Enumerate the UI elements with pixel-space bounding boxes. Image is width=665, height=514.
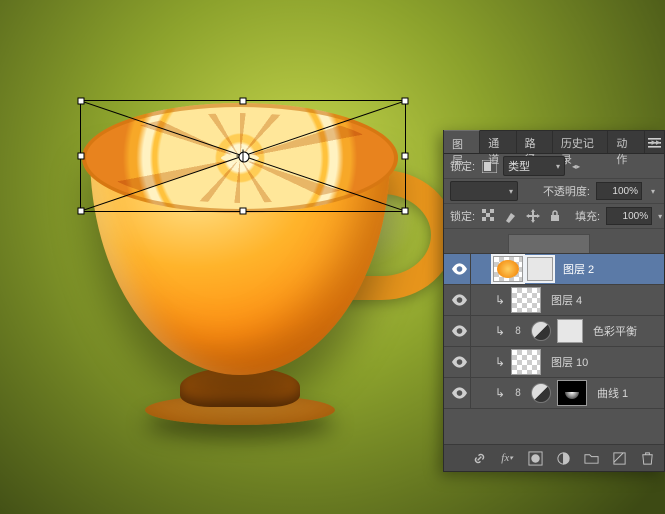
new-layer-icon[interactable] [610, 449, 628, 467]
mask-link-icon[interactable] [511, 316, 525, 346]
fill-input[interactable] [606, 207, 652, 225]
layer-mask-thumbnail[interactable] [557, 380, 587, 406]
kind-step-icon[interactable]: ◂▸ [571, 162, 581, 171]
transform-handle-br[interactable] [402, 208, 409, 215]
layer-thumbnail[interactable] [511, 287, 541, 313]
clipping-mask-icon: ↳ [493, 285, 507, 315]
fill-label: 填充: [575, 208, 600, 224]
layer-visibility-toggle[interactable] [448, 378, 471, 408]
layer-thumbnail[interactable] [511, 349, 541, 375]
delete-layer-icon[interactable] [638, 449, 656, 467]
new-group-icon[interactable] [582, 449, 600, 467]
add-mask-icon[interactable] [526, 449, 544, 467]
layer-row-selected[interactable]: 图层 2 [444, 254, 664, 285]
layer-visibility-toggle[interactable] [448, 347, 471, 377]
blend-mode-value [455, 185, 458, 197]
clipping-mask-icon: ↳ [493, 378, 507, 408]
layer-name[interactable]: 图层 2 [563, 261, 594, 277]
kind-picker-icon[interactable] [481, 158, 497, 174]
chevron-down-icon: ▾ [556, 162, 560, 171]
tab-paths[interactable]: 路径 [517, 131, 553, 153]
link-layers-icon[interactable] [470, 449, 488, 467]
transform-handle-tm[interactable] [240, 98, 247, 105]
layer-row[interactable]: ↳ 曲线 1 [444, 378, 664, 409]
transform-handle-tr[interactable] [402, 98, 409, 105]
kind-dropdown-value: 类型 [508, 158, 530, 174]
layer-mask-thumbnail[interactable] [557, 319, 583, 343]
blend-mode-dropdown[interactable]: ▾ [450, 181, 518, 201]
layer-visibility-toggle[interactable] [448, 316, 471, 346]
kind-dropdown[interactable]: 类型 ▾ [503, 156, 565, 176]
adjustment-layer-icon [531, 321, 551, 341]
tab-actions[interactable]: 动作 [608, 131, 644, 153]
layer-name[interactable]: 色彩平衡 [593, 323, 637, 339]
layer-visibility-toggle[interactable] [448, 285, 471, 315]
transform-handle-bl[interactable] [78, 208, 85, 215]
layer-mask-thumbnail[interactable] [527, 257, 553, 281]
layer-fx-icon[interactable]: fx▾ [498, 449, 516, 467]
new-adjustment-layer-icon[interactable] [554, 449, 572, 467]
layer-row[interactable]: ↳ 色彩平衡 [444, 316, 664, 347]
free-transform-box[interactable] [80, 100, 406, 212]
lock-fill-row: 锁定: 填充: ▾ [444, 204, 664, 229]
layers-panel-footer: fx▾ [444, 444, 664, 471]
layer-visibility-toggle[interactable] [448, 254, 471, 284]
clipping-mask-icon: ↳ [493, 347, 507, 377]
tab-layers[interactable]: 图层 [444, 130, 480, 153]
transform-handle-bm[interactable] [240, 208, 247, 215]
lock-transparency-icon[interactable] [481, 208, 497, 224]
tab-history[interactable]: 历史记录 [553, 131, 609, 153]
layer-name[interactable]: 图层 10 [551, 354, 588, 370]
cup-stem [180, 367, 300, 407]
chevron-down-icon: ▾ [509, 187, 513, 196]
partial-layer-preview [444, 229, 664, 254]
lock-move-icon[interactable] [525, 208, 541, 224]
cup-base [145, 395, 335, 425]
layer-name[interactable]: 图层 4 [551, 292, 582, 308]
fill-step-icon[interactable]: ▾ [658, 212, 662, 221]
lock-label: 锁定: [450, 208, 475, 224]
transform-handle-mr[interactable] [402, 153, 409, 160]
transform-handle-tl[interactable] [78, 98, 85, 105]
mask-link-icon[interactable] [511, 378, 525, 408]
clipping-mask-icon: ↳ [493, 316, 507, 346]
layer-thumbnail[interactable] [493, 256, 523, 282]
opacity-label: 不透明度: [543, 183, 590, 199]
blend-opacity-row: ▾ 不透明度: ▾ [444, 179, 664, 204]
layer-row[interactable]: ↳ 图层 4 [444, 285, 664, 316]
layer-filter-row: 锁定: 类型 ▾ ◂▸ [444, 154, 664, 179]
layer-row[interactable]: ↳ 图层 10 [444, 347, 664, 378]
layers-panel: ▸▸ 图层 通道 路径 历史记录 动作 锁定: 类型 ▾ ◂▸ ▾ 不透明度: … [443, 130, 665, 472]
lock-paint-icon[interactable] [503, 208, 519, 224]
lock-all-icon[interactable] [547, 208, 563, 224]
opacity-step-icon[interactable]: ▾ [648, 187, 658, 196]
transform-handle-ml[interactable] [78, 153, 85, 160]
opacity-input[interactable] [596, 182, 642, 200]
panel-tabs: 图层 通道 路径 历史记录 动作 [444, 131, 664, 154]
partial-layer-bar [508, 234, 590, 253]
filter-label: 锁定: [450, 158, 475, 174]
layer-name[interactable]: 曲线 1 [597, 385, 628, 401]
transform-center[interactable] [237, 150, 250, 163]
adjustment-layer-icon [531, 383, 551, 403]
tab-channels[interactable]: 通道 [480, 131, 516, 153]
panel-collapse-icon[interactable]: ▸▸ [650, 131, 662, 153]
layers-list: 图层 2 ↳ 图层 4 ↳ 色彩平衡 [444, 254, 664, 444]
